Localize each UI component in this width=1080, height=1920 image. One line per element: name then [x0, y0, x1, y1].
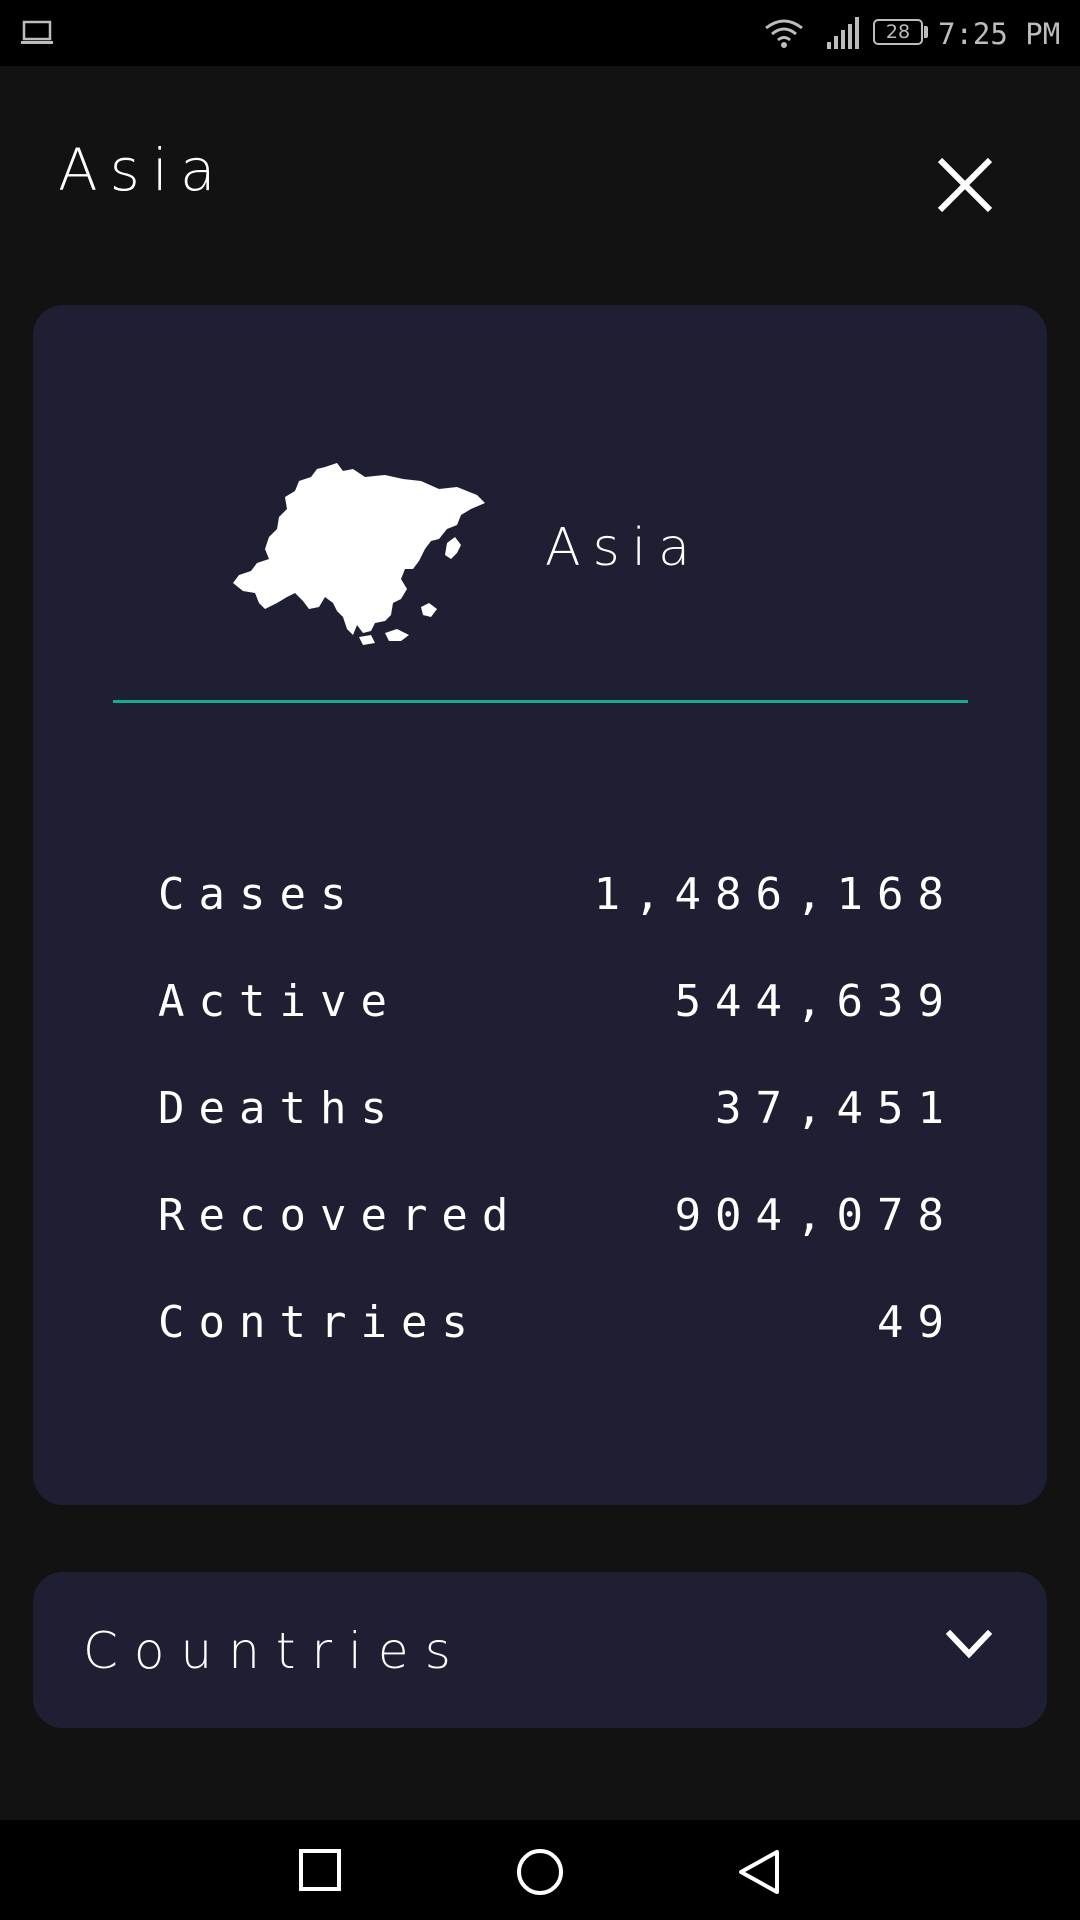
stat-value: 49 — [877, 1297, 958, 1348]
stat-label: Active — [158, 976, 401, 1027]
stat-value: 544,639 — [674, 976, 958, 1027]
stat-row-recovered: Recovered 904,078 — [158, 1186, 958, 1293]
signal-icon — [826, 16, 862, 54]
page-title: Asia — [58, 136, 228, 204]
status-bar: 28 7:25 PM — [0, 0, 1080, 66]
continent-name: Asia — [545, 518, 702, 578]
close-icon — [937, 157, 993, 213]
countries-dropdown[interactable]: Countries — [33, 1572, 1047, 1728]
continent-card: Asia Cases 1,486,168 Active 544,639 Deat… — [33, 305, 1047, 1505]
home-icon[interactable] — [516, 1848, 564, 1900]
stat-value: 904,078 — [674, 1190, 958, 1241]
back-icon[interactable] — [735, 1848, 781, 1900]
stat-label: Cases — [158, 869, 361, 920]
stat-label: Contries — [158, 1297, 482, 1348]
stat-row-deaths: Deaths 37,451 — [158, 1079, 958, 1186]
chevron-down-icon — [945, 1629, 993, 1664]
stat-row-cases: Cases 1,486,168 — [158, 865, 958, 972]
laptop-icon — [20, 20, 54, 50]
screen: 28 7:25 PM Asia Asia Cases 1,486,168 Act… — [0, 0, 1080, 1920]
stat-label: Deaths — [158, 1083, 401, 1134]
close-button[interactable] — [930, 150, 1000, 220]
countries-label: Countries — [83, 1622, 467, 1680]
wifi-icon — [762, 16, 806, 52]
status-time: 7:25 PM — [938, 17, 1061, 51]
divider — [113, 700, 968, 703]
stat-row-active: Active 544,639 — [158, 972, 958, 1079]
stats-list: Cases 1,486,168 Active 544,639 Deaths 37… — [158, 865, 958, 1400]
battery-icon: 28 — [873, 19, 923, 45]
asia-map — [225, 457, 495, 651]
stat-label: Recovered — [158, 1190, 523, 1241]
stat-value: 1,486,168 — [593, 869, 958, 920]
stat-row-countries: Contries 49 — [158, 1293, 958, 1400]
stat-value: 37,451 — [715, 1083, 958, 1134]
battery-tip — [924, 26, 928, 38]
navigation-bar — [0, 1820, 1080, 1920]
recent-apps-icon[interactable] — [298, 1848, 342, 1896]
